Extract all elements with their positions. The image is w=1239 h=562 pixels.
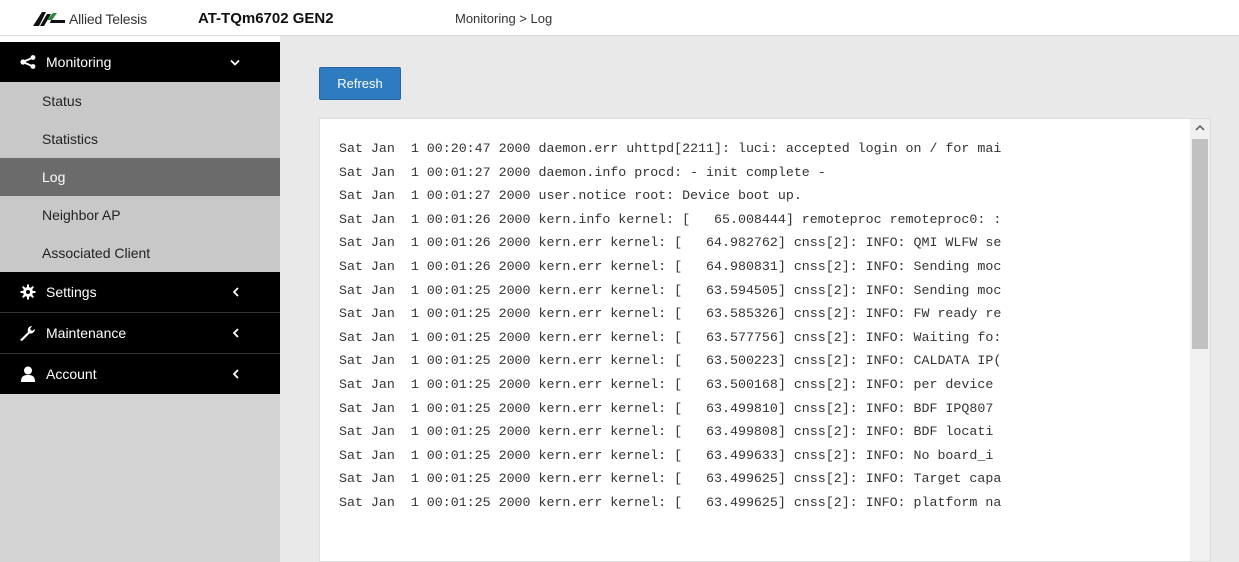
main-content: Refresh Sat Jan 1 00:20:47 2000 daemon.e… <box>280 36 1239 562</box>
allied-telesis-logo: Allied Telesis <box>33 9 147 29</box>
chevron-down-icon <box>230 54 240 70</box>
sidebar-group-label: Maintenance <box>46 325 127 341</box>
log-line: Sat Jan 1 00:01:25 2000 kern.err kernel:… <box>339 447 994 463</box>
sidebar-group-label: Account <box>46 366 97 382</box>
top-header: Allied Telesis AT-TQm6702 GEN2 Monitorin… <box>0 0 1239 36</box>
scrollbar-thumb[interactable] <box>1192 139 1208 349</box>
wrench-icon <box>18 325 38 341</box>
log-line: Sat Jan 1 00:20:47 2000 daemon.err uhttp… <box>339 141 1002 156</box>
logo-mark-icon <box>33 12 65 26</box>
log-line: Sat Jan 1 00:01:27 2000 user.notice root… <box>339 188 802 204</box>
log-line: Sat Jan 1 00:01:25 2000 kern.err kernel:… <box>339 471 1002 487</box>
refresh-button[interactable]: Refresh <box>319 67 401 100</box>
log-line: Sat Jan 1 00:01:25 2000 kern.err kernel:… <box>339 306 1002 322</box>
log-viewer[interactable]: Sat Jan 1 00:20:47 2000 daemon.err uhttp… <box>319 118 1211 562</box>
gear-icon <box>18 284 38 300</box>
sidebar-item-neighbor-ap[interactable]: Neighbor AP <box>0 196 280 234</box>
log-line: Sat Jan 1 00:01:27 2000 daemon.info proc… <box>339 164 826 180</box>
log-line: Sat Jan 1 00:01:26 2000 kern.err kernel:… <box>339 235 1002 251</box>
sidebar-group-maintenance[interactable]: Maintenance <box>0 313 280 353</box>
log-scrollbar[interactable] <box>1190 119 1210 561</box>
chevron-left-icon <box>232 325 240 341</box>
brand-name: Allied Telesis <box>69 11 147 27</box>
user-icon <box>18 366 38 382</box>
breadcrumb: Monitoring > Log <box>455 11 553 26</box>
sidebar-item-associated-client[interactable]: Associated Client <box>0 234 280 272</box>
log-line: Sat Jan 1 00:01:25 2000 kern.err kernel:… <box>339 329 1002 345</box>
sidebar-group-settings[interactable]: Settings <box>0 272 280 312</box>
sidebar-item-status[interactable]: Status <box>0 82 280 120</box>
chevron-left-icon <box>232 284 240 300</box>
log-line: Sat Jan 1 00:01:26 2000 kern.info kernel… <box>339 211 1002 227</box>
sidebar-group-label: Settings <box>46 284 97 300</box>
sidebar-item-log[interactable]: Log <box>0 158 280 196</box>
sidebar-group-monitoring[interactable]: Monitoring <box>0 42 280 82</box>
sidebar-group-label: Monitoring <box>46 54 112 70</box>
sidebar-group-account[interactable]: Account <box>0 354 280 394</box>
sidebar: Monitoring Status Statistics Log Neighbo… <box>0 36 280 562</box>
log-line: Sat Jan 1 00:01:25 2000 kern.err kernel:… <box>339 424 994 440</box>
log-line: Sat Jan 1 00:01:25 2000 kern.err kernel:… <box>339 400 994 416</box>
log-line: Sat Jan 1 00:01:26 2000 kern.err kernel:… <box>339 258 1002 274</box>
sidebar-item-statistics[interactable]: Statistics <box>0 120 280 158</box>
log-lines: Sat Jan 1 00:20:47 2000 daemon.err uhttp… <box>339 137 1182 515</box>
log-line: Sat Jan 1 00:01:25 2000 kern.err kernel:… <box>339 353 1002 369</box>
scroll-up-icon[interactable] <box>1190 119 1210 135</box>
device-model: AT-TQm6702 GEN2 <box>198 10 334 27</box>
chevron-left-icon <box>232 366 240 382</box>
log-line: Sat Jan 1 00:01:25 2000 kern.err kernel:… <box>339 494 1002 510</box>
log-line: Sat Jan 1 00:01:25 2000 kern.err kernel:… <box>339 282 1002 298</box>
log-line: Sat Jan 1 00:01:25 2000 kern.err kernel:… <box>339 376 994 392</box>
share-icon <box>18 55 38 69</box>
